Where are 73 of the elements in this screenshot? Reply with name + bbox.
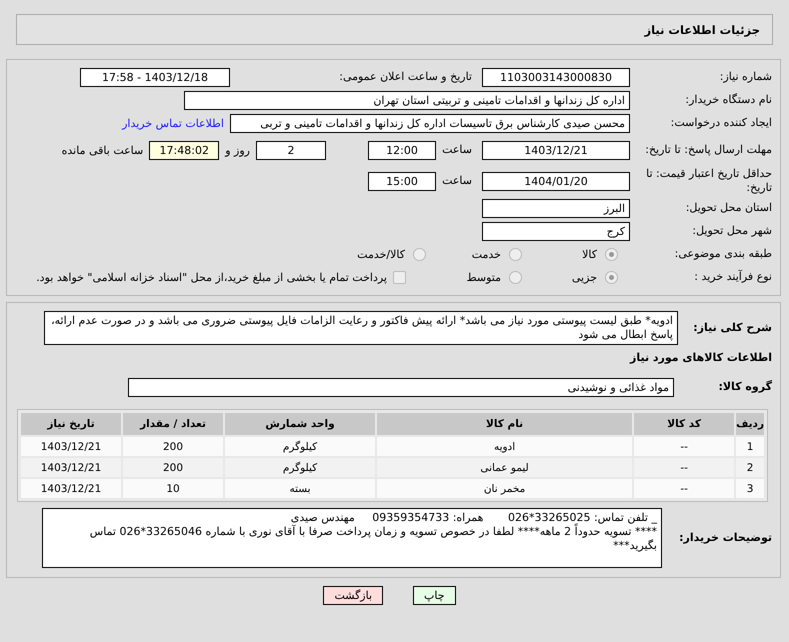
- remaining-time-field: 17:48:02: [149, 140, 220, 160]
- column-header: تاریخ نیاز: [21, 413, 121, 435]
- field-label: مهلت ارسال پاسخ: تا تاریخ:: [644, 143, 773, 157]
- table-cell: 3: [736, 479, 764, 498]
- section-heading: اطلاعات کالاهای مورد نیاز: [630, 350, 773, 364]
- field-label: استان محل تحویل:: [684, 201, 773, 215]
- table-cell: بسته: [225, 479, 375, 498]
- field-label: نام دستگاه خریدار:: [684, 93, 773, 107]
- deadline-date-field: 1403/12/21: [482, 140, 630, 160]
- column-header: کد کالا: [634, 413, 734, 435]
- radio-button[interactable]: [413, 248, 426, 260]
- description-box: ادویه* طبق لیست پیوستی مورد نیاز می باشد* ارائه پیش فاکتور و رعایت الزامات فایل پیوستی ضروری می باشد و در صورت عدم ارائه، پاسخ ابطال می شود: [44, 311, 678, 345]
- table-cell: 200: [123, 437, 223, 456]
- treasury-note: پرداخت تمام یا بخشی از مبلغ خرید،از محل "اسناد خزانه اسلامی" خواهد بود.: [36, 270, 387, 284]
- field-label: نوع فرآیند خرید :: [693, 270, 773, 284]
- field-label: حداقل تاریخ اعتبار قیمت: تا تاریخ:: [645, 167, 773, 195]
- table-cell: لیمو عمانی: [377, 458, 632, 477]
- goods-group-field: مواد غذائی و نوشیدنی: [128, 378, 674, 396]
- table-cell: کیلوگرم: [225, 458, 375, 477]
- need-number-field: 1103003143000830: [482, 68, 630, 86]
- radio-button[interactable]: [509, 270, 522, 284]
- buyer-org-field: اداره کل زندانها و اقدامات تامینی و تربیتی استان تهران: [184, 90, 630, 110]
- table-cell: 1403/12/21: [21, 437, 121, 456]
- table-cell: 1: [736, 437, 764, 456]
- deadline-time-field: 12:00: [368, 140, 436, 160]
- radio-label: جزیی: [572, 270, 597, 284]
- field-label: گروه کالا:: [717, 380, 773, 394]
- print-button[interactable]: چاپ: [413, 586, 456, 605]
- days-field: 2: [256, 140, 326, 160]
- table-cell: --: [634, 458, 734, 477]
- field-label: شماره نیاز:: [718, 70, 773, 84]
- column-header: ردیف: [736, 413, 764, 435]
- table-cell: 10: [123, 479, 223, 498]
- column-header: نام کالا: [377, 413, 632, 435]
- validity-date-field: 1404/01/20: [482, 172, 630, 190]
- days-label: روز و: [225, 144, 250, 156]
- field-label: شهر محل تحویل:: [691, 224, 773, 238]
- time-label: ساعت: [442, 174, 473, 188]
- page-title: جزئیات اطلاعات نیاز: [644, 22, 760, 36]
- table-cell: کیلوگرم: [225, 437, 375, 456]
- table-cell: 1403/12/21: [21, 479, 121, 498]
- table-cell: --: [634, 479, 734, 498]
- validity-time-field: 15:00: [368, 172, 436, 190]
- buyer-notes-box: _ تلفن تماس: 33265025*026 همراه: 09359354733 مهندس صیدی **** تسویه حدوداً 2 ماهه**** لطفا در خصوص تسویه و زمان پرداخت صرفا با آقای نوری با شماره 33265046*026 تماس بگیرید***: [42, 508, 662, 568]
- column-header: واحد شمارش: [225, 413, 375, 435]
- announce-date-field: 1403/12/18 - 17:58: [80, 68, 230, 86]
- radio-label: متوسط: [466, 270, 501, 284]
- city-field: کرج: [482, 222, 630, 240]
- back-button[interactable]: بازگشت: [323, 586, 384, 605]
- table-cell: 1403/12/21: [21, 458, 121, 477]
- field-label: ایجاد کننده درخواست:: [670, 116, 773, 130]
- radio-label: کالا: [582, 248, 597, 260]
- time-label: ساعت: [442, 143, 473, 157]
- radio-button[interactable]: [509, 248, 522, 260]
- radio-button[interactable]: [605, 270, 618, 284]
- requester-field: محسن صیدی کارشناس برق تاسیسات اداره کل زندانها و اقدامات تامینی و تربی: [230, 114, 630, 132]
- province-field: البرز: [482, 198, 630, 218]
- table-cell: 200: [123, 458, 223, 477]
- radio-button[interactable]: [605, 248, 618, 260]
- remaining-label: ساعت باقی مانده: [62, 144, 144, 156]
- field-label: شرح کلی نیاز:: [692, 321, 773, 335]
- radio-label: کالا/خدمت: [357, 248, 405, 260]
- contact-link[interactable]: اطلاعات تماس خریدار: [122, 116, 224, 130]
- table-cell: --: [634, 437, 734, 456]
- table-cell: ادویه: [377, 437, 632, 456]
- table-cell: 2: [736, 458, 764, 477]
- table-cell: مخمر نان: [377, 479, 632, 498]
- checkbox[interactable]: [393, 270, 406, 284]
- field-label: توضیحات خریدار:: [678, 531, 773, 545]
- column-header: تعداد / مقدار: [123, 413, 223, 435]
- radio-label: خدمت: [472, 248, 501, 260]
- field-label: تاریخ و ساعت اعلان عمومی:: [338, 70, 473, 84]
- field-label: طبقه بندی موضوعی:: [674, 247, 773, 261]
